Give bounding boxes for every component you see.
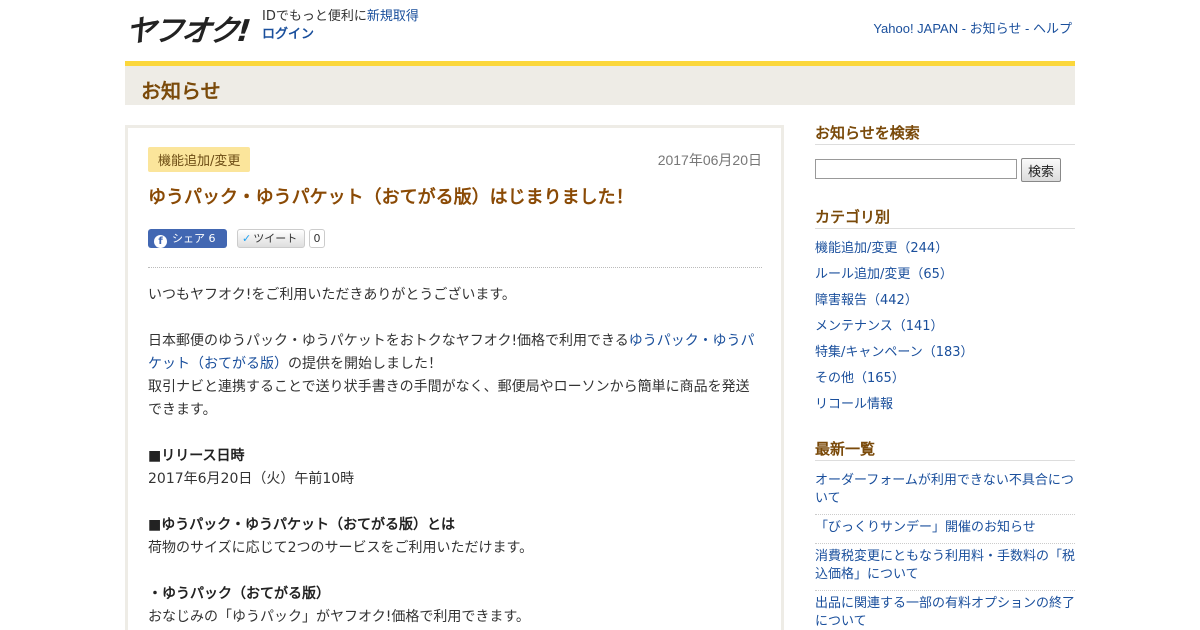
yupack-text: おなじみの「ゆうパック」がヤフオク!価格で利用できます。 [148, 609, 530, 625]
list-item: 消費税変更にともなう利用料・手数料の「税込価格」について [815, 544, 1075, 591]
list-item: 障害報告（442） [815, 288, 1075, 314]
tweet-count: 0 [309, 229, 325, 248]
header-links: Yahoo! JAPAN - お知らせ - ヘルプ [873, 18, 1072, 37]
list-item: 「びっくりサンデー」開催のお知らせ [815, 515, 1075, 544]
category-link[interactable]: その他（165） [815, 371, 905, 386]
body-paragraph: いつもヤフオク!をご利用いただきありがとうございます。 [148, 287, 516, 303]
signup-link[interactable]: 新規取得 [367, 9, 419, 24]
category-link[interactable]: 障害報告（442） [815, 293, 918, 308]
login-area: IDでもっと便利に新規取得 ログイン [262, 8, 419, 44]
category-link[interactable]: リコール情報 [815, 397, 893, 412]
link-separator: - [958, 21, 970, 36]
article-body: いつもヤフオク!をご利用いただきありがとうございます。 日本郵便のゆうパック・ゆ… [148, 284, 762, 629]
search-input[interactable] [815, 159, 1017, 179]
about-heading: ■ゆうパック・ゆうパケット（おてがる版）とは [148, 517, 455, 533]
latest-heading: 最新一覧 [815, 438, 1075, 461]
yahuoku-logo[interactable]: ヤフオク! [124, 10, 258, 49]
list-item: リコール情報 [815, 392, 1075, 418]
search-form: 検索 [815, 158, 1075, 188]
tweet-label: ツイート [253, 232, 298, 245]
fb-share-label: シェア [172, 232, 205, 245]
article-panel: 機能追加/変更 2017年06月20日 ゆうパック・ゆうパケット（おてがる版）は… [125, 125, 784, 630]
category-link[interactable]: ルール追加/変更（65） [815, 267, 953, 282]
logo-text: ヤフオク! [123, 14, 251, 49]
body-paragraph: 取引ナビと連携することで送り状手書きの手間がなく、郵便局やローソンから簡単に商品… [148, 379, 750, 418]
list-item: ルール追加/変更（65） [815, 262, 1075, 288]
id-prompt: IDでもっと便利に [262, 9, 367, 24]
latest-link[interactable]: 消費税変更にともなう利用料・手数料の「税込価格」について [815, 549, 1075, 582]
notices-link[interactable]: お知らせ [970, 21, 1022, 36]
post-date: 2017年06月20日 [657, 152, 762, 168]
login-link[interactable]: ログイン [262, 27, 314, 42]
latest-link[interactable]: 出品に関連する一部の有料オプションの終了について [815, 596, 1075, 629]
about-text: 荷物のサイズに応じて2つのサービスをご利用いただけます。 [148, 540, 534, 556]
list-item: その他（165） [815, 366, 1075, 392]
facebook-share-button[interactable]: f シェア 6 [148, 229, 227, 248]
divider [148, 267, 762, 268]
list-item: オーダーフォームが利用できない不具合について [815, 468, 1075, 515]
latest-link[interactable]: オーダーフォームが利用できない不具合について [815, 473, 1074, 506]
page-title-bar: お知らせ [125, 61, 1075, 105]
link-separator: - [1021, 21, 1033, 36]
tweet-button[interactable]: ✓ ツイート [237, 229, 305, 248]
latest-list: オーダーフォームが利用できない不具合について 「びっくりサンデー」開催のお知らせ… [815, 468, 1075, 630]
list-item: 出品に関連する一部の有料オプションの終了について [815, 591, 1075, 630]
latest-link[interactable]: 「びっくりサンデー」開催のお知らせ [815, 520, 1036, 535]
list-item: 機能追加/変更（244） [815, 236, 1075, 262]
list-item: メンテナンス（141） [815, 314, 1075, 340]
body-paragraph: 日本郵便のゆうパック・ゆうパケットをおトクなヤフオク!価格で利用できるゆうパック… [148, 333, 755, 372]
category-badge[interactable]: 機能追加/変更 [148, 147, 251, 172]
search-button[interactable]: 検索 [1021, 158, 1061, 182]
article-title: ゆうパック・ゆうパケット（おてがる版）はじまりました！ [148, 187, 634, 208]
fb-share-count: 6 [208, 232, 216, 245]
list-item: 特集/キャンペーン（183） [815, 340, 1075, 366]
search-heading: お知らせを検索 [815, 122, 1075, 145]
category-link[interactable]: 特集/キャンペーン（183） [815, 345, 974, 360]
page-title: お知らせ [141, 79, 221, 103]
sidebar: お知らせを検索 検索 カテゴリ別 機能追加/変更（244） ルール追加/変更（6… [815, 122, 1075, 630]
category-link[interactable]: メンテナンス（141） [815, 319, 944, 334]
help-link[interactable]: ヘルプ [1033, 21, 1072, 36]
release-heading: ■リリース日時 [148, 448, 245, 464]
category-heading: カテゴリ別 [815, 206, 1075, 229]
category-link[interactable]: 機能追加/変更（244） [815, 241, 948, 256]
release-date: 2017年6月20日（火）午前10時 [148, 471, 355, 487]
yahoo-japan-link[interactable]: Yahoo! JAPAN [873, 21, 958, 36]
facebook-icon: f [154, 235, 167, 248]
category-list: 機能追加/変更（244） ルール追加/変更（65） 障害報告（442） メンテナ… [815, 236, 1075, 418]
twitter-icon: ✓ [242, 232, 252, 245]
yupack-heading: ・ゆうパック（おてがる版） [148, 586, 330, 602]
